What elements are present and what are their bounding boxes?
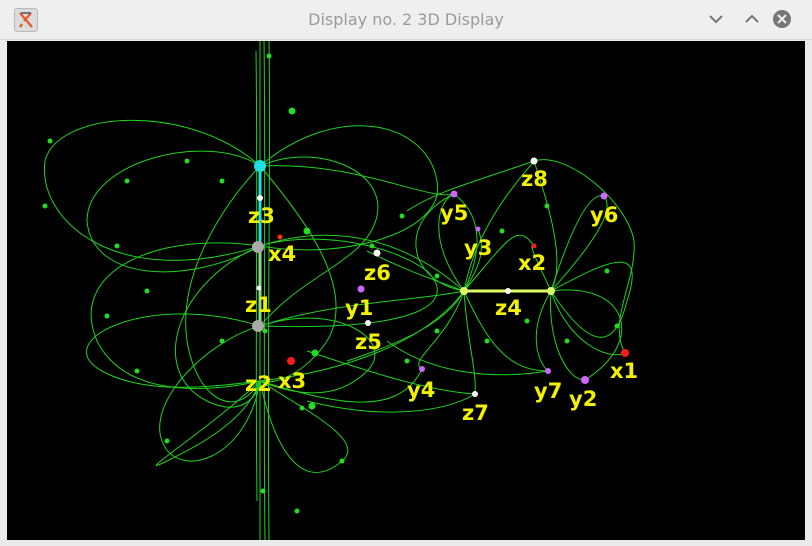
node-label-y1: y1 — [345, 296, 374, 320]
node-label-y4: y4 — [407, 378, 436, 402]
app-window: Display no. 2 3D Display z3 x4 z1 z2 x3 … — [0, 0, 812, 546]
3d-display-canvas[interactable]: z3 x4 z1 z2 x3 z6 y1 z5 y4 z7 y5 y3 z8 y… — [7, 41, 805, 540]
node-label-z5: z5 — [355, 330, 382, 354]
node-label-z1: z1 — [245, 293, 272, 317]
node-label-x3: x3 — [278, 369, 307, 393]
node-label-z2: z2 — [245, 372, 272, 396]
node-label-z8: z8 — [521, 167, 548, 191]
node-label-y5: y5 — [440, 201, 469, 225]
node-label-x1: x1 — [610, 359, 639, 383]
chevron-up-icon — [745, 14, 759, 23]
title-bar[interactable]: Display no. 2 3D Display — [0, 0, 812, 40]
close-icon — [773, 10, 791, 28]
graph-edges — [42, 41, 635, 540]
window-title: Display no. 2 3D Display — [308, 10, 504, 29]
close-button[interactable] — [770, 8, 794, 30]
minimize-button[interactable] — [704, 8, 728, 30]
maximize-button[interactable] — [740, 8, 764, 30]
chevron-down-icon — [709, 15, 723, 24]
node-label-y2: y2 — [569, 387, 598, 411]
node-label-z3: z3 — [248, 204, 275, 228]
node-label-z7: z7 — [462, 401, 489, 425]
node-label-y3: y3 — [464, 236, 493, 260]
node-label-x2: x2 — [518, 251, 547, 275]
node-label-z6: z6 — [364, 261, 391, 285]
node-label-x4: x4 — [268, 242, 297, 266]
node-label-y7: y7 — [534, 379, 563, 403]
node-label-y6: y6 — [590, 203, 619, 227]
node-label-z4: z4 — [495, 296, 522, 320]
